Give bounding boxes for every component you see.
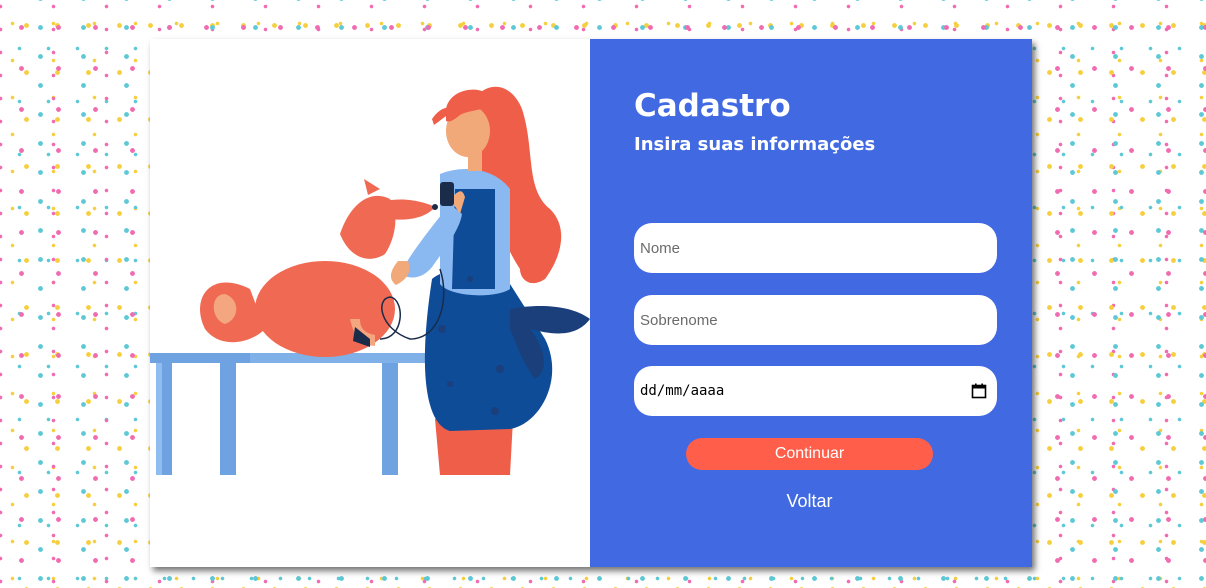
birthdate-input[interactable]: dd/mm/aaaa (634, 366, 997, 416)
last-name-input[interactable] (634, 295, 997, 345)
birthdate-placeholder: dd/mm/aaaa (640, 383, 725, 399)
continue-button[interactable]: Continuar (686, 438, 933, 470)
form-subtitle: Insira suas informações (634, 134, 876, 155)
form-title: Cadastro (634, 88, 791, 124)
calendar-icon[interactable] (971, 383, 987, 399)
first-name-input[interactable] (634, 223, 997, 273)
registration-form-panel: Cadastro Insira suas informações dd/mm/a… (590, 39, 1032, 567)
groomer-with-dog-illustration (150, 86, 590, 475)
registration-card: Cadastro Insira suas informações dd/mm/a… (150, 39, 1032, 567)
illustration-panel (150, 39, 590, 567)
back-link[interactable]: Voltar (686, 491, 933, 512)
